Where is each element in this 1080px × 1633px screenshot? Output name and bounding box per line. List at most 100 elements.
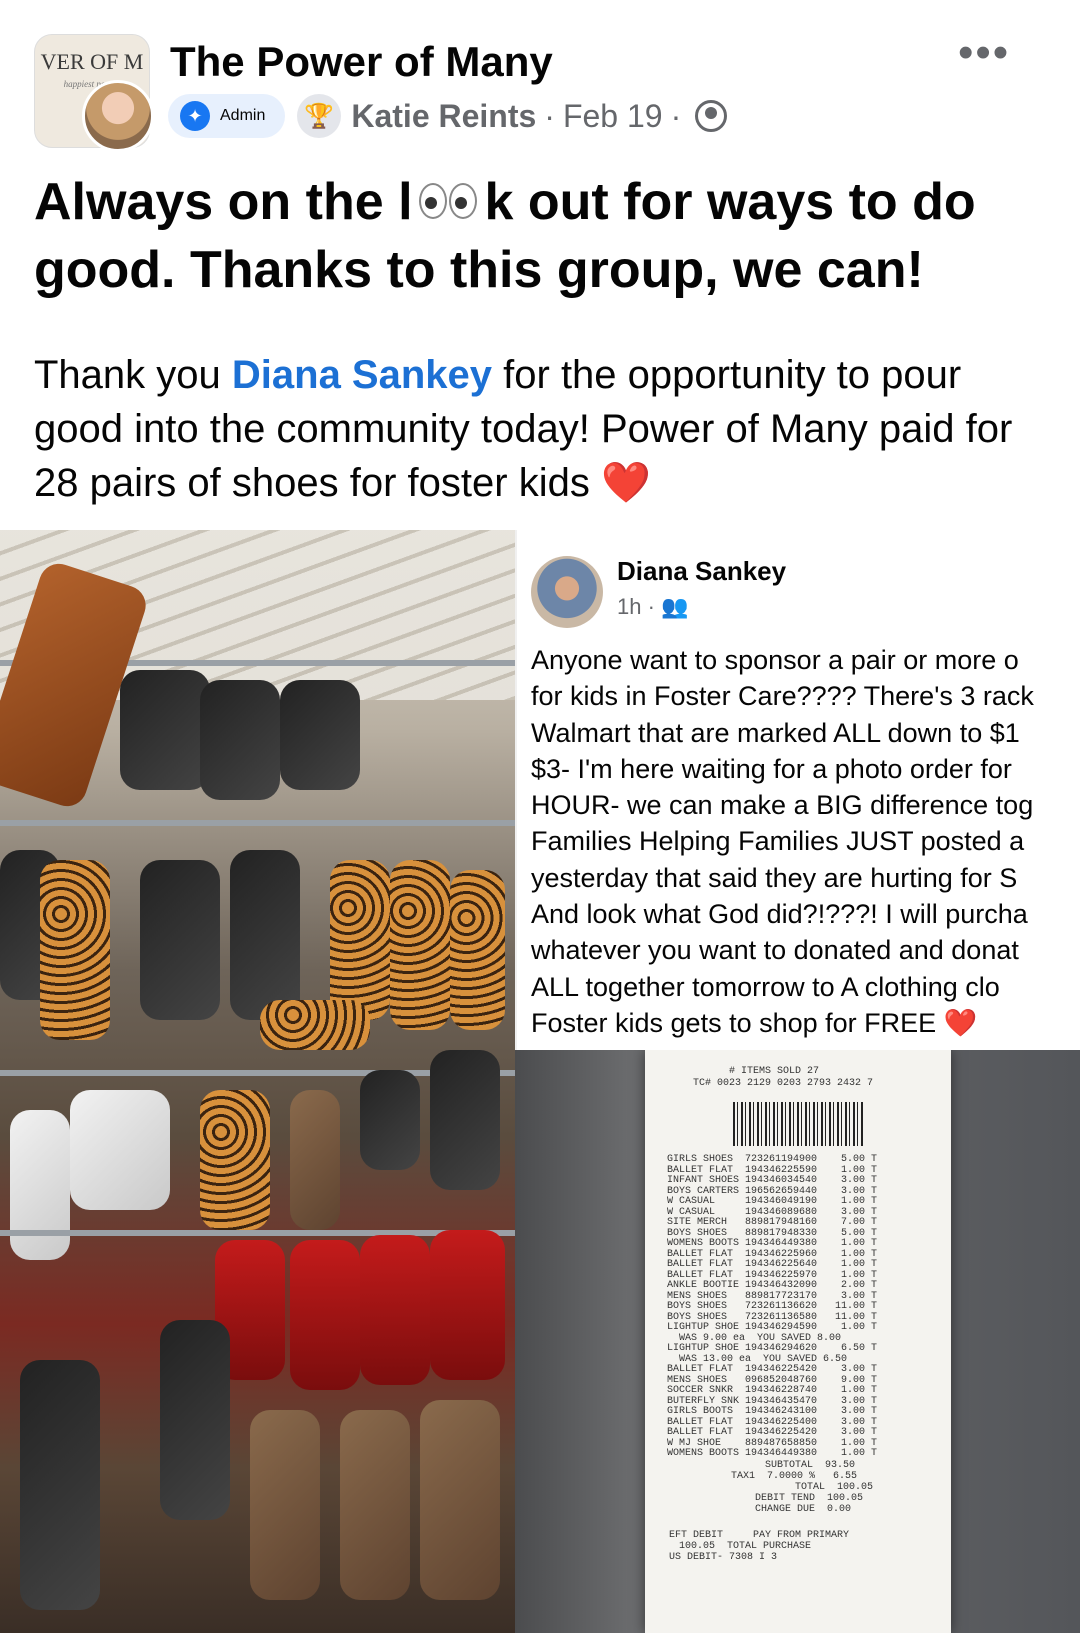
leopard-flat xyxy=(450,870,505,1030)
receipt-eft: EFT DEBIT PAY FROM PRIMARY xyxy=(669,1530,850,1541)
leopard-flat xyxy=(330,860,390,1020)
receipt-us-debit: US DEBIT- 7308 I 3 xyxy=(669,1552,778,1563)
shared-line: Foster kids gets to shop for FREE xyxy=(531,1007,937,1038)
tan-sneaker xyxy=(250,1410,320,1600)
receipt-line-item: SITE MERCH 889817948160 7.00 T xyxy=(667,1217,878,1228)
separator-dot: · xyxy=(544,97,555,134)
red-ballet-flat xyxy=(430,1230,505,1380)
white-sneaker xyxy=(10,1110,70,1260)
black-ankle-boot xyxy=(160,1320,230,1520)
leopard-flat xyxy=(40,860,110,1040)
receipt-line-item: MENS SHOES 889817723170 3.00 T xyxy=(667,1290,878,1302)
shared-line: Anyone want to sponsor a pair or more o xyxy=(531,645,1019,675)
receipt-debit: DEBIT TEND 100.05 xyxy=(755,1493,864,1504)
shared-line: HOUR- we can make a BIG difference tog xyxy=(531,790,1034,821)
post-body: Thank you Diana Sankey for the opportuni… xyxy=(34,348,1044,510)
shared-line: ALL together tomorrow to A clothing clo xyxy=(531,971,1000,1002)
receipt-line-item: INFANT SHOES 194346034540 3.00 T xyxy=(667,1175,878,1186)
receipt-line-item: MENS SHOES 096852048760 9.00 T xyxy=(667,1374,878,1386)
receipt-subtotal: SUBTOTAL 93.50 xyxy=(765,1460,856,1471)
heart-emoji-icon: ❤️ xyxy=(600,461,651,505)
shared-line: for kids in Foster Care???? There's 3 ra… xyxy=(531,681,1034,712)
receipt-change: CHANGE DUE 0.00 xyxy=(755,1504,852,1515)
receipt-line-item: BOYS SHOES 889817948330 5.00 T xyxy=(667,1227,878,1239)
leopard-flat xyxy=(390,860,450,1030)
tan-sneaker xyxy=(340,1410,410,1600)
receipt-line-item: BALLET FLAT 194346225640 1.00 T xyxy=(667,1259,878,1270)
rack-bar xyxy=(0,820,515,826)
receipt-line-item: WOMENS BOOTS 194346449380 1.00 T xyxy=(667,1448,878,1459)
shared-line: whatever you want to donated and donat xyxy=(531,935,1019,966)
post-header: VER OF M happiest people The Power of Ma… xyxy=(0,0,1080,160)
shared-post-time-text: 1h · xyxy=(617,594,655,619)
receipt-line-item: W CASUAL 194346089680 3.00 T xyxy=(667,1206,878,1218)
receipt-line-item: WAS 9.00 ea YOU SAVED 8.00 xyxy=(667,1332,842,1344)
receipt-line-item: BOYS CARTERS 196562659440 3.00 T xyxy=(667,1185,878,1197)
receipt-line-item: WOMENS BOOTS 194346449380 1.00 T xyxy=(667,1238,878,1249)
group-name[interactable]: The Power of Many xyxy=(170,38,553,86)
receipt-tc: TC# 0023 2129 0203 2793 2432 7 xyxy=(693,1078,874,1089)
black-flat xyxy=(140,860,220,1020)
receipt-line-item: BALLET FLAT 194346225970 1.00 T xyxy=(667,1269,878,1281)
group-logo-text: VER OF M xyxy=(40,49,144,74)
receipt-purchase: 100.05 TOTAL PURCHASE xyxy=(679,1541,812,1552)
post-meta: ✦ Admin 🏆 Katie Reints · Feb 19 · xyxy=(168,92,728,140)
mention-link[interactable]: Diana Sankey xyxy=(232,353,492,397)
black-flat xyxy=(230,850,300,1020)
receipt-total: TOTAL 100.05 xyxy=(795,1482,874,1493)
receipt-line-item: W MJ SHOE 889487658850 1.00 T xyxy=(667,1437,878,1449)
shared-line: $3- I'm here waiting for a photo order f… xyxy=(531,753,1012,784)
more-options-icon[interactable]: ••• xyxy=(958,31,1010,75)
shared-line: Families Helping Families JUST posted a xyxy=(531,826,1025,857)
shared-post-time: 1h · 👥 xyxy=(617,594,688,620)
brown-bootie xyxy=(290,1090,340,1230)
red-ballet-flat xyxy=(290,1240,360,1390)
receipt: # ITEMS SOLD 27 TC# 0023 2129 0203 2793 … xyxy=(645,1050,951,1633)
receipt-barcode xyxy=(733,1102,863,1146)
receipt-line-item: GIRLS SHOES 723261194900 5.00 T xyxy=(667,1154,878,1165)
receipt-line-item: BALLET FLAT 194346225400 3.00 T xyxy=(667,1416,878,1428)
admin-label: Admin xyxy=(220,107,266,124)
receipt-items-sold: # ITEMS SOLD 27 xyxy=(729,1066,820,1077)
receipt-line-item: BUTERFLY SNK 194346435470 3.00 T xyxy=(667,1395,878,1407)
shared-line: yesterday that said they are hurting for… xyxy=(531,862,1018,893)
body-part1: Thank you xyxy=(34,353,232,397)
admin-star-icon: ✦ xyxy=(180,101,210,131)
receipt-line-item: BALLET FLAT 194346225420 3.00 T xyxy=(667,1364,878,1375)
receipt-line-item: BALLET FLAT 194346225420 3.00 T xyxy=(667,1427,878,1438)
receipt-line-item: ANKLE BOOTIE 194346432090 2.00 T xyxy=(667,1280,878,1291)
post-headline: Always on the lk out for ways to do good… xyxy=(34,168,1044,304)
author-avatar[interactable] xyxy=(82,80,154,152)
black-sneaker xyxy=(280,680,360,790)
shoe-rack-photo[interactable] xyxy=(0,530,515,1633)
receipt-line-item: SOCCER SNKR 194346228740 1.00 T xyxy=(667,1385,878,1396)
leopard-bootie xyxy=(200,1090,270,1230)
shared-post-screenshot[interactable]: Diana Sankey 1h · 👥 Anyone want to spons… xyxy=(515,530,1080,1050)
receipt-line-item: WAS 13.00 ea YOU SAVED 6.50 xyxy=(667,1353,848,1365)
black-sneaker xyxy=(120,670,210,790)
tan-sneaker xyxy=(420,1400,500,1600)
shared-post-author: Diana Sankey xyxy=(617,556,787,586)
receipt-line-item: LIGHTUP SHOE 194346294620 6.50 T xyxy=(667,1343,878,1354)
admin-badge[interactable]: ✦ Admin xyxy=(168,94,286,138)
red-ballet-flat xyxy=(360,1235,430,1385)
trophy-icon[interactable]: 🏆 xyxy=(297,94,342,138)
shared-line: And look what God did?!???! I will purch… xyxy=(531,899,1028,930)
author-name[interactable]: Katie Reints xyxy=(351,98,536,135)
receipt-line-item: LIGHTUP SHOE 194346294590 1.00 T xyxy=(667,1322,878,1333)
receipt-photo[interactable]: # ITEMS SOLD 27 TC# 0023 2129 0203 2793 … xyxy=(515,1050,1080,1633)
post-date[interactable]: Feb 19 xyxy=(563,98,663,135)
shared-post-avatar xyxy=(531,556,603,628)
receipt-line-item: BALLET FLAT 194346225960 1.00 T xyxy=(667,1248,878,1260)
friends-audience-icon: 👥 xyxy=(661,594,689,619)
receipt-line-item: BOYS SHOES 723261136580 11.00 T xyxy=(667,1311,878,1323)
black-combat-boot xyxy=(20,1360,100,1610)
receipt-tax: TAX1 7.0000 % 6.55 xyxy=(731,1471,858,1482)
heart-emoji-icon: ❤️ xyxy=(943,1007,978,1038)
shared-line: Walmart that are marked ALL down to $1 xyxy=(531,717,1020,748)
members-privacy-icon xyxy=(695,100,728,132)
black-bootie xyxy=(360,1070,420,1170)
receipt-line-item: BOYS SHOES 723261136620 11.00 T xyxy=(667,1301,878,1312)
leopard-flat xyxy=(260,1000,370,1050)
eyes-emoji-icon xyxy=(418,168,479,236)
